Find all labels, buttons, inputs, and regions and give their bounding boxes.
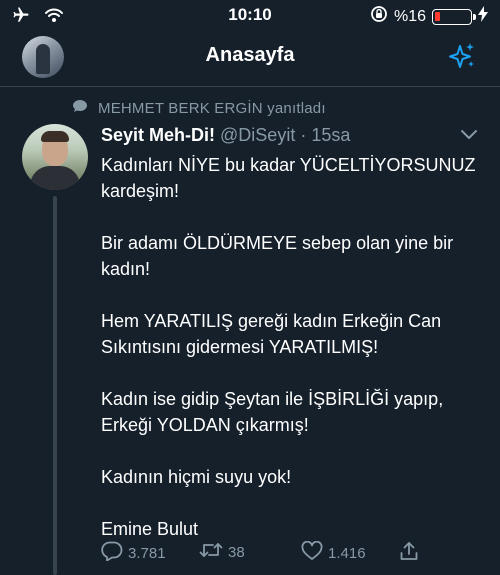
share-button[interactable] [399,541,419,565]
like-count: 1.416 [328,544,366,562]
tweet-text: Kadınları NİYE bu kadar YÜCELTİYORSUNUZ … [101,152,486,542]
battery-percent: %16 [393,7,426,25]
author-name[interactable]: Seyit Meh-Di! [101,125,215,145]
heart-icon [301,540,323,565]
status-right: %16 [370,5,488,28]
tweet-paragraph: Emine Bulut [101,519,199,539]
screen: 10:10 %16 Anasayfa MEHMET BERK ERGİN yan… [0,0,500,575]
tweet-paragraph: Kadınları NİYE bu kadar YÜCELTİYORSUNUZ … [101,155,476,201]
reply-context[interactable]: MEHMET BERK ERGİN yanıtladı [72,99,326,117]
tweet-time: 15sa [311,125,351,145]
page-title: Anasayfa [205,44,295,66]
avatar-body [30,166,80,190]
thread-line [53,196,57,575]
reply-count: 3.781 [128,544,166,562]
tweet-header: Seyit Meh-Di! @DiSeyit · 15sa [101,125,350,146]
author-handle[interactable]: @DiSeyit [220,125,295,145]
battery-icon [432,8,476,25]
battery-level [435,11,440,21]
retweet-count: 38 [228,543,245,561]
charging-bolt-icon [478,6,488,27]
retweet-icon [199,541,223,563]
retweet-button[interactable]: 38 [199,541,245,563]
reply-button[interactable]: 3.781 [101,541,166,565]
meta-separator: · [300,125,307,145]
tweet-paragraph: Hem YARATILIŞ gereği kadın Erkeğin Can S… [101,311,442,357]
status-bar: 10:10 %16 [0,0,500,30]
avatar-hair [41,131,69,142]
share-icon [399,541,419,565]
chevron-down-icon[interactable] [460,128,478,146]
reply-bubble-icon [72,99,88,117]
sparkle-icon[interactable] [446,40,478,77]
tweet-paragraph: Kadının hiçmi suyu yok! [101,467,292,487]
tweet-paragraph: Kadın ise gidip Şeytan ile İŞBİRLİĞİ yap… [101,389,444,435]
reply-context-text: MEHMET BERK ERGİN yanıtladı [98,99,326,117]
comment-icon [101,541,123,565]
like-button[interactable]: 1.416 [301,540,366,565]
orientation-lock-icon [370,5,388,28]
app-header: Anasayfa [0,30,500,87]
tweet-paragraph: Bir adamı ÖLDÜRMEYE sebep olan yine bir … [101,233,454,279]
author-avatar[interactable] [22,124,88,190]
tweet-actions: 3.781 38 1.416 [101,540,431,565]
battery-cap [473,13,476,20]
